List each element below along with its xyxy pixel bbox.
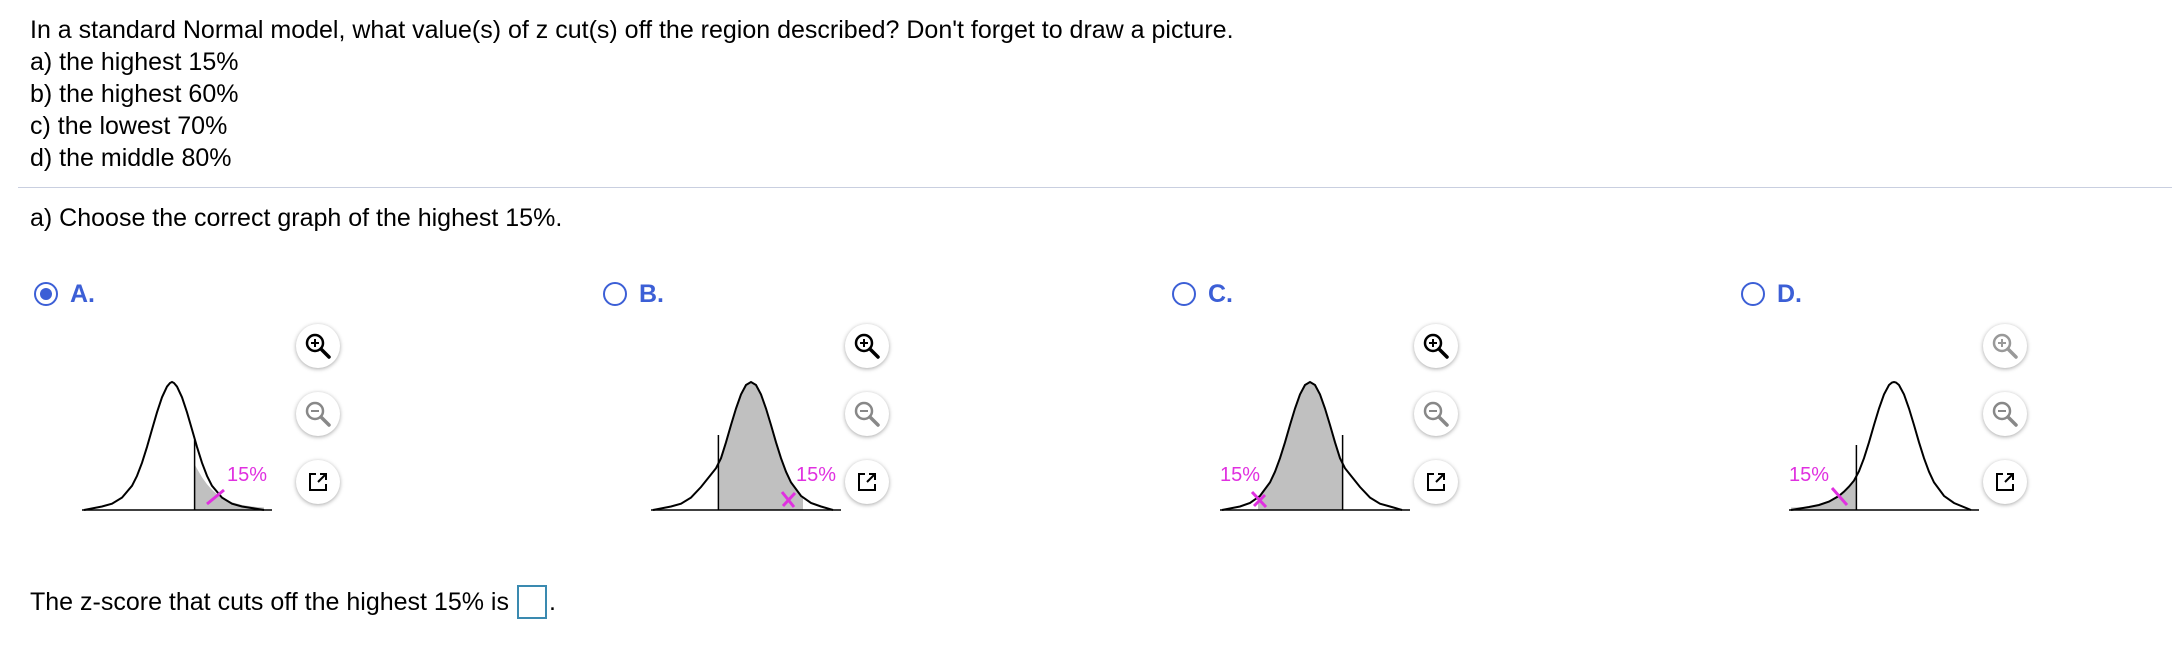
- option-d-percent-label: 15%: [1789, 464, 1830, 486]
- option-b-popout-button[interactable]: [845, 460, 889, 504]
- option-a-popout-button[interactable]: [296, 460, 340, 504]
- answer-period: .: [548, 588, 556, 616]
- zoom-out-icon: [854, 401, 880, 427]
- question-part-b: b) the highest 60%: [30, 80, 239, 108]
- option-d-radio[interactable]: [1741, 282, 1765, 306]
- option-a-radio-row[interactable]: A.: [34, 278, 95, 310]
- option-d-popout-button[interactable]: [1983, 460, 2027, 504]
- part-a-prompt: a) Choose the correct graph of the highe…: [30, 204, 563, 232]
- option-a: A. 15%: [34, 278, 574, 518]
- option-c-zoom-out-button[interactable]: [1414, 392, 1458, 436]
- question-part-d: d) the middle 80%: [30, 144, 232, 172]
- option-a-normal-curve: [82, 380, 272, 511]
- zoom-in-icon: [1992, 333, 2018, 359]
- option-d-radio-row[interactable]: D.: [1741, 278, 1802, 310]
- option-a-zoom-in-button[interactable]: [296, 324, 340, 368]
- option-b: B. 15%: [603, 278, 1143, 518]
- zoom-in-icon: [1423, 333, 1449, 359]
- popout-icon: [858, 473, 876, 491]
- popout-icon: [309, 473, 327, 491]
- question-text: In a standard Normal model, what value(s…: [30, 14, 1234, 174]
- option-d-graph: 15%: [1789, 370, 1979, 515]
- zoom-out-icon: [1423, 401, 1449, 427]
- option-a-radio[interactable]: [34, 282, 58, 306]
- option-b-percent-label: 15%: [796, 464, 837, 486]
- question-part-a: a) the highest 15%: [30, 48, 239, 76]
- question-part-c: c) the lowest 70%: [30, 112, 228, 140]
- option-c: C. 15%: [1172, 278, 1712, 518]
- option-d: D. 15%: [1741, 278, 2172, 518]
- option-b-zoom-out-button[interactable]: [845, 392, 889, 436]
- section-divider: [18, 187, 2172, 188]
- option-a-letter: A.: [70, 279, 95, 308]
- option-c-normal-curve: [1220, 380, 1410, 511]
- option-b-shaded-region: [718, 382, 803, 510]
- popout-icon: [1427, 473, 1445, 491]
- option-a-curve-line: [83, 380, 265, 511]
- option-c-popout-button[interactable]: [1414, 460, 1458, 504]
- option-c-shaded-region: [1258, 382, 1343, 510]
- option-c-graph: 15%: [1220, 370, 1410, 515]
- option-d-zoom-in-button[interactable]: [1983, 324, 2027, 368]
- answer-row: The z-score that cuts off the highest 15…: [30, 585, 556, 619]
- option-b-normal-curve: [651, 380, 841, 511]
- zoom-out-icon: [1992, 401, 2018, 427]
- option-b-radio-row[interactable]: B.: [603, 278, 664, 310]
- option-c-radio-row[interactable]: C.: [1172, 278, 1233, 310]
- option-b-radio[interactable]: [603, 282, 627, 306]
- option-b-letter: B.: [639, 279, 664, 308]
- z-score-input[interactable]: [516, 585, 547, 619]
- answer-text: The z-score that cuts off the highest 15…: [30, 588, 509, 616]
- question-stem: In a standard Normal model, what value(s…: [30, 16, 1234, 44]
- zoom-in-icon: [305, 333, 331, 359]
- zoom-in-icon: [854, 333, 880, 359]
- option-d-curve-line: [1790, 380, 1972, 511]
- option-a-percent-label: 15%: [227, 464, 268, 486]
- option-c-percent-label: 15%: [1220, 464, 1261, 486]
- option-a-graph: 15%: [82, 370, 272, 515]
- option-c-radio[interactable]: [1172, 282, 1196, 306]
- option-a-zoom-out-button[interactable]: [296, 392, 340, 436]
- option-d-normal-curve: [1789, 380, 1979, 511]
- zoom-out-icon: [305, 401, 331, 427]
- option-c-letter: C.: [1208, 279, 1233, 308]
- option-b-graph: 15%: [651, 370, 841, 515]
- option-b-zoom-in-button[interactable]: [845, 324, 889, 368]
- option-c-zoom-in-button[interactable]: [1414, 324, 1458, 368]
- popout-icon: [1996, 473, 2014, 491]
- option-d-letter: D.: [1777, 279, 1802, 308]
- option-d-zoom-out-button[interactable]: [1983, 392, 2027, 436]
